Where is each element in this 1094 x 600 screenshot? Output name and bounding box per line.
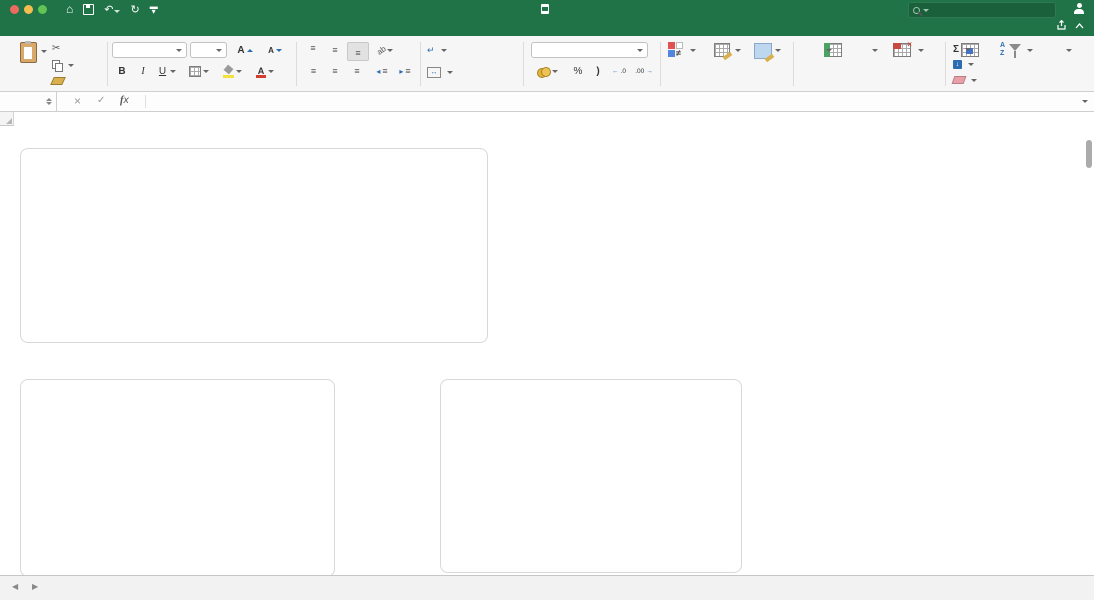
sheet-tab-bar: ◀ ▶ (0, 575, 1094, 600)
vertical-scrollbar[interactable] (1086, 140, 1092, 168)
bar-chart[interactable] (440, 379, 742, 573)
pie-chart-title-banner (14, 361, 334, 374)
line-chart-title-banner (14, 127, 334, 140)
pie-chart[interactable] (20, 379, 335, 577)
bar-chart-title-banner (437, 361, 832, 374)
line-chart[interactable] (20, 148, 488, 343)
next-sheet-icon[interactable]: ▶ (32, 582, 38, 591)
excel-window: ⌂ ↶ ↻ ▬▾ (0, 0, 1094, 600)
prev-sheet-icon[interactable]: ◀ (12, 582, 18, 591)
